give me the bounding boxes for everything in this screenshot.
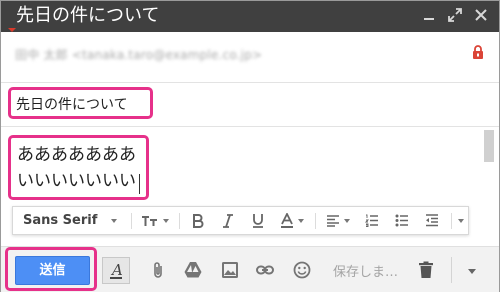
formatting-options-icon[interactable]: A [102,257,130,284]
toolbar-divider [451,257,452,283]
toolbar-divider [131,213,132,229]
subject-highlight: 先日の件について [8,87,153,119]
toolbar-divider [179,213,180,229]
toolbar-divider [451,213,452,229]
scrollbar-thumb[interactable] [484,130,494,162]
lock-icon [473,45,483,59]
body-line: いいいいいいい [17,171,136,191]
trash-icon[interactable] [417,261,435,279]
formatting-toolbar: Sans Serif [12,206,469,235]
chevron-down-icon [111,218,118,223]
text-cursor [139,174,140,194]
emoji-icon[interactable] [293,261,311,279]
body-highlight: あああああああ いいいいいいい [8,135,149,200]
more-options-icon[interactable] [465,264,479,278]
save-status: 保存しま… [333,265,399,280]
minimize-icon[interactable] [421,7,437,23]
more-formatting-icon[interactable] [454,207,468,234]
link-icon[interactable] [256,261,274,279]
title-bar[interactable]: 先日の件について [1,1,499,32]
text-size-icon[interactable] [137,207,173,234]
body-line: あああああああ [17,145,136,165]
italic-icon[interactable] [215,207,241,234]
subject-row[interactable]: 先日の件について [1,83,499,127]
text-color-icon[interactable] [275,207,309,234]
svg-text:A: A [110,261,123,279]
close-icon[interactable] [473,7,489,23]
compose-toolbar: 送信 A 保存しま… [1,246,499,292]
recipient-field[interactable]: 田中 太郎 <tanaka.taro@example.co.jp> [15,46,262,63]
indent-less-icon[interactable] [419,207,445,234]
recipient-row[interactable]: 田中 太郎 <tanaka.taro@example.co.jp> [1,32,499,83]
send-button[interactable]: 送信 [15,256,90,285]
numbered-list-icon[interactable] [359,207,385,234]
bold-icon[interactable] [185,207,211,234]
compose-window: 先日の件について 田中 太郎 <tanaka.taro@example.co.j… [0,0,500,292]
subject-field[interactable]: 先日の件について [16,94,128,114]
toolbar-divider [315,213,316,229]
drive-icon[interactable] [184,261,202,279]
align-icon[interactable] [321,207,355,234]
send-highlight: 送信 [5,247,97,291]
font-family-label: Sans Serif [23,213,98,228]
font-family-select[interactable]: Sans Serif [19,207,119,234]
photo-icon[interactable] [221,261,239,279]
window-title: 先日の件について [16,5,160,26]
attach-icon[interactable] [150,261,168,279]
underline-icon[interactable] [245,207,271,234]
expand-icon[interactable] [447,7,463,23]
bulleted-list-icon[interactable] [389,207,415,234]
